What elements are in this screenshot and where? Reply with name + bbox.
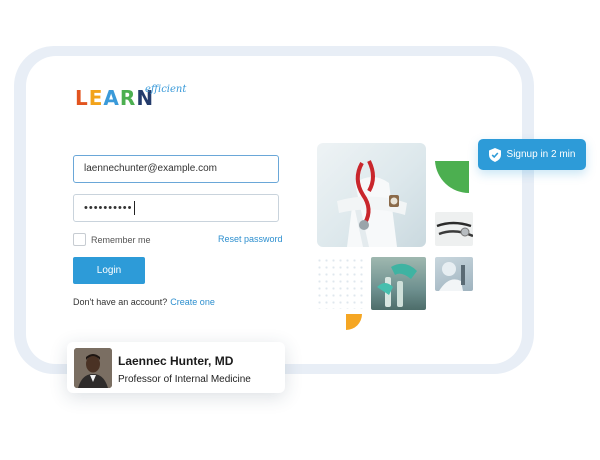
lab-photo <box>371 257 426 310</box>
profile-title: Professor of Internal Medicine <box>118 374 251 385</box>
remember-checkbox[interactable] <box>73 233 86 246</box>
create-account-link[interactable]: Create one <box>170 297 215 307</box>
signup-badge[interactable]: Signup in 2 min <box>478 139 586 170</box>
login-button[interactable]: Login <box>73 257 145 284</box>
text-caret <box>133 201 135 216</box>
password-field[interactable]: •••••••••• <box>73 194 279 222</box>
doctor-photo <box>317 143 426 247</box>
logo-wordmark: LEARN <box>75 86 155 110</box>
email-field[interactable]: laennechunter@example.com <box>73 155 279 183</box>
dot-pattern <box>316 257 366 309</box>
remember-label: Remember me <box>91 234 151 245</box>
shield-check-icon <box>488 147 501 162</box>
remember-me[interactable]: Remember me <box>73 233 151 246</box>
profile-name: Laennec Hunter, MD <box>118 354 234 368</box>
no-account-text: Don't have an account? <box>73 297 168 307</box>
signup-prompt: Don't have an account? Create one <box>73 297 215 307</box>
green-accent-shape <box>435 161 469 193</box>
reset-password-link[interactable]: Reset password <box>218 234 283 244</box>
orange-accent-shape <box>346 314 362 330</box>
badge-label: Signup in 2 min <box>506 149 576 160</box>
avatar <box>74 348 112 388</box>
password-value: •••••••••• <box>84 202 133 214</box>
scientist-photo <box>435 257 473 291</box>
logo-subtext: efficient <box>145 84 187 95</box>
profile-card: Laennec Hunter, MD Professor of Internal… <box>67 342 285 393</box>
brand-logo: LEARN efficient <box>75 84 186 110</box>
stethoscope-photo <box>435 212 473 246</box>
